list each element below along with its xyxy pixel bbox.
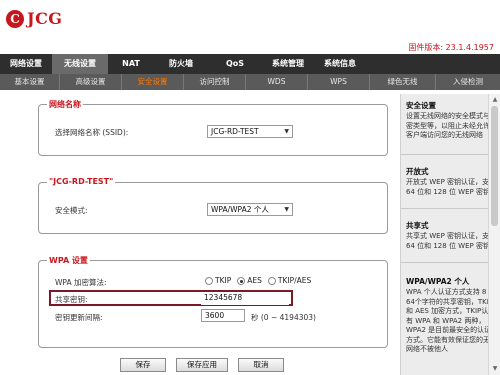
help-open-title: 开放式 [406, 167, 429, 176]
key-interval-label: 密钥更新间隔: [55, 313, 103, 322]
scroll-thumb[interactable] [491, 106, 498, 226]
help-wpa-title: WPA/WPA2 个人 [406, 277, 470, 286]
scroll-up-icon[interactable]: ▲ [491, 96, 499, 104]
radio-aes[interactable] [237, 276, 246, 285]
subnav-security[interactable]: 安全设置 [122, 74, 184, 90]
nav-network-settings[interactable]: 网络设置 [0, 54, 52, 74]
wpa-settings-legend: WPA 设置 [47, 255, 90, 266]
help-scrollbar[interactable]: ▲ ▼ [488, 94, 500, 375]
subnav-intrusion-detection[interactable]: 入侵检测 [436, 74, 500, 90]
help-shared-title: 共享式 [406, 221, 429, 230]
security-mode-label: 安全模式: [55, 206, 88, 215]
network-name-legend: 网络名称 [47, 99, 83, 110]
help-divider [401, 208, 500, 209]
left-margin [0, 94, 30, 375]
chevron-down-icon: ▼ [284, 206, 289, 213]
nav-system-management[interactable]: 系统管理 [262, 54, 314, 74]
help-divider [401, 154, 500, 155]
logo-mark: C [6, 9, 24, 28]
radio-tkip-aes-label: TKIP/AES [277, 276, 312, 285]
shared-key-label: 共享密钥: [55, 295, 88, 304]
firmware-version: 固件版本: 23.1.4.1957 [408, 43, 494, 52]
key-interval-input[interactable]: 3600 [201, 309, 245, 322]
radio-tkip[interactable] [205, 276, 213, 285]
help-security-title: 安全设置 [406, 101, 436, 110]
subnav-access-control[interactable]: 访问控制 [184, 74, 246, 90]
main-nav: 网络设置 无线设置 NAT 防火墙 QoS 系统管理 系统信息 [0, 54, 500, 74]
help-divider [401, 262, 500, 263]
radio-aes-label: AES [247, 276, 262, 285]
subnav-wds[interactable]: WDS [246, 74, 308, 90]
save-apply-button[interactable]: 保存应用 [176, 358, 228, 372]
logo: C JCG [6, 9, 62, 28]
key-interval-unit: 秒 (0 ~ 4194303) [251, 313, 316, 322]
ssid-label: 选择网络名称 (SSID): [55, 128, 129, 137]
ssid-select[interactable]: JCG-RD-TEST ▼ [207, 125, 293, 138]
chevron-down-icon: ▼ [284, 128, 289, 135]
header: C JCG 固件版本: 23.1.4.1957 [0, 0, 500, 52]
help-wpa-text: WPA 个人认证方式支持 8 到 64个字符的共享密钥，TKIP 和 AES 加… [406, 288, 497, 353]
subnav-advanced[interactable]: 高级设置 [60, 74, 122, 90]
logo-text: JCG [27, 9, 63, 28]
ssid-select-value: JCG-RD-TEST [211, 127, 259, 136]
nav-qos[interactable]: QoS [208, 54, 262, 74]
nav-wireless-settings[interactable]: 无线设置 [52, 54, 108, 74]
subnav-green-wireless[interactable]: 绿色无线 [370, 74, 436, 90]
radio-tkip-label: TKIP [215, 276, 232, 285]
network-name-section: 网络名称 选择网络名称 (SSID): JCG-RD-TEST ▼ [38, 99, 388, 156]
scroll-down-icon[interactable]: ▼ [491, 365, 499, 373]
help-security-text: 设置无线网络的安全模式与加密类型等，以阻止未经允许的客户端访问您的无线网络 [406, 112, 497, 139]
subnav-wps[interactable]: WPS [308, 74, 370, 90]
ssid-security-section: "JCG-RD-TEST" 安全模式: WPA/WPA2 个人 ▼ [38, 177, 388, 234]
wpa-algorithm-options: TKIP AES TKIP/AES [205, 276, 311, 285]
nav-nat[interactable]: NAT [108, 54, 154, 74]
help-panel: 安全设置 设置无线网络的安全模式与加密类型等，以阻止未经允许的客户端访问您的无线… [400, 94, 500, 375]
shared-key-input[interactable]: 12345678 [201, 292, 289, 305]
ssid-security-legend: "JCG-RD-TEST" [47, 177, 116, 186]
sub-nav: 基本设置 高级设置 安全设置 访问控制 WDS WPS 绿色无线 入侵检测 [0, 74, 500, 90]
wpa-settings-section: WPA 设置 WPA 加密算法: TKIP AES TKIP/AES 共享密钥:… [38, 255, 388, 348]
wpa-algorithm-label: WPA 加密算法: [55, 278, 107, 287]
main-content: 网络名称 选择网络名称 (SSID): JCG-RD-TEST ▼ "JCG-R… [30, 94, 396, 375]
security-mode-value: WPA/WPA2 个人 [211, 205, 269, 214]
nav-system-info[interactable]: 系统信息 [314, 54, 366, 74]
security-mode-select[interactable]: WPA/WPA2 个人 ▼ [207, 203, 293, 216]
subnav-basic[interactable]: 基本设置 [0, 74, 60, 90]
cancel-button[interactable]: 取消 [238, 358, 284, 372]
help-open-text: 开放式 WEP 密钥认证，支持 64 位和 128 位 WEP 密钥 [406, 178, 497, 196]
save-button[interactable]: 保存 [120, 358, 166, 372]
nav-firewall[interactable]: 防火墙 [154, 54, 208, 74]
radio-tkip-aes[interactable] [267, 276, 276, 285]
help-shared-text: 共享式 WEP 密钥认证，支持 64 位和 128 位 WEP 密钥 [406, 232, 497, 250]
